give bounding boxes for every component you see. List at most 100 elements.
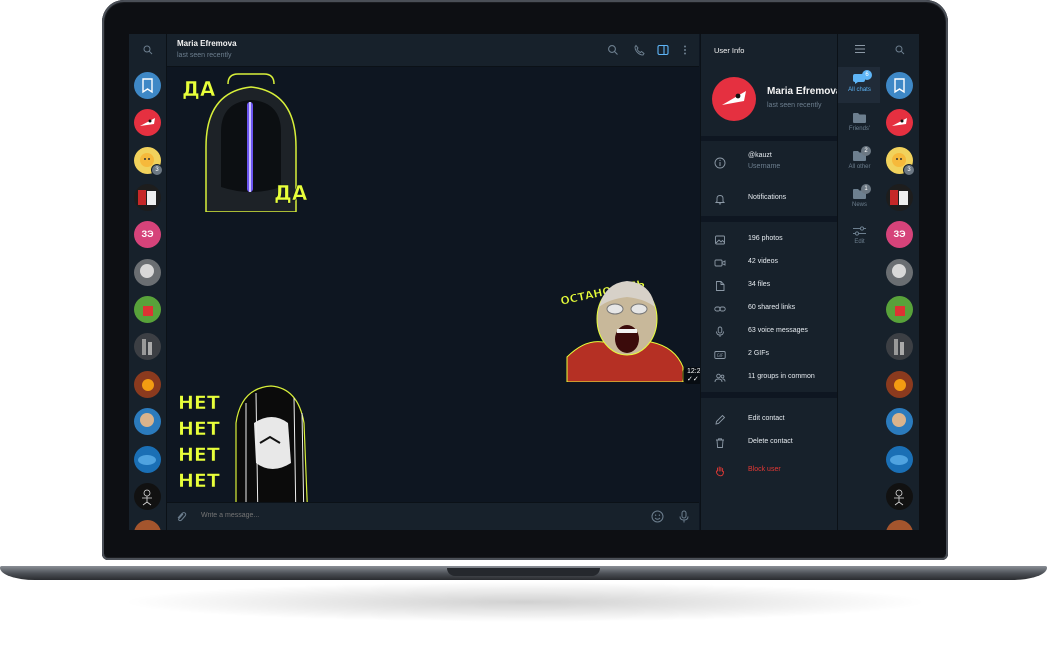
chat-avatar-maria[interactable] <box>886 109 913 136</box>
folder-news[interactable]: News 1 <box>838 184 881 218</box>
unread-badge: 3 <box>151 164 163 176</box>
svg-text:GIF: GIF <box>717 353 724 358</box>
notifications-row[interactable]: Notifications <box>701 189 838 209</box>
user-info-header: User Info Maria Efremova last seen recen… <box>701 34 841 136</box>
chat-avatar-photo-5[interactable] <box>134 408 161 435</box>
search-in-chat-button[interactable] <box>607 44 619 56</box>
folder-icon <box>853 113 866 123</box>
chat-avatar-maria[interactable] <box>134 109 161 136</box>
microphone-icon[interactable] <box>678 510 690 523</box>
chat-avatar-photo-1[interactable] <box>134 259 161 286</box>
chat-avatar-dark-figure[interactable] <box>886 184 913 211</box>
media-row-label: 2 GIFs <box>748 350 770 357</box>
laptop-shadow <box>120 582 930 622</box>
microphone-icon <box>716 326 724 337</box>
media-row-files[interactable]: 34 files <box>701 276 838 296</box>
search-button[interactable] <box>880 42 919 58</box>
folder-label: News <box>851 202 867 208</box>
folder-all-other[interactable]: All other 2 <box>838 146 881 180</box>
delete-contact-button[interactable]: Delete contact <box>701 433 838 453</box>
delete-contact-label: Delete contact <box>748 438 793 445</box>
unread-badge: 3 <box>903 164 915 176</box>
chat-list-compact-secondary: 3 ЗЭ <box>880 34 919 530</box>
chat-avatar-photo-8[interactable] <box>886 520 913 530</box>
chat-title: Maria Efremova <box>177 39 237 48</box>
folders-sidebar: All chats 6 Friends' All other 2 News 1 … <box>837 34 881 530</box>
chat-avatar-photo-4[interactable] <box>886 371 913 398</box>
chat-avatar-photo-6[interactable] <box>134 446 161 473</box>
more-options-button[interactable] <box>679 44 691 56</box>
sticker-ostanovis[interactable]: ОСТАНОВИСЬ <box>555 247 695 382</box>
saved-messages-avatar[interactable] <box>134 72 161 99</box>
search-icon <box>608 45 618 55</box>
chat-avatar-photo-3[interactable] <box>886 333 913 360</box>
media-row-links[interactable]: 60 shared links <box>701 299 838 319</box>
block-user-button[interactable]: Block user <box>701 461 838 481</box>
main-menu-button[interactable] <box>838 44 881 58</box>
shared-media-section: 196 photos 42 videos 34 files 60 shared … <box>701 222 838 392</box>
message-input[interactable] <box>199 511 623 520</box>
chat-avatar-photo-6[interactable] <box>886 446 913 473</box>
chat-avatar-photo-2[interactable] <box>886 296 913 323</box>
media-row-voice[interactable]: 63 voice messages <box>701 322 838 342</box>
bell-icon <box>714 195 726 205</box>
chat-avatar-photo-4[interactable] <box>134 371 161 398</box>
gif-icon: GIF <box>714 351 726 359</box>
chat-avatar-photo-2[interactable] <box>134 296 161 323</box>
file-icon <box>716 281 725 291</box>
media-row-videos[interactable]: 42 videos <box>701 253 838 273</box>
folder-all-chats[interactable]: All chats 6 <box>838 67 881 103</box>
emoji-icon[interactable] <box>651 510 664 523</box>
notifications-label: Notifications <box>748 194 787 201</box>
folder-edit[interactable]: Edit <box>838 225 881 255</box>
sticker-net-line-3: НЕТ <box>178 444 220 466</box>
profile-avatar[interactable] <box>712 77 756 121</box>
username-row[interactable]: @kauzt Username <box>701 149 838 177</box>
folder-label: Friends' <box>848 126 871 132</box>
chat-avatar-photo-8[interactable] <box>134 520 161 530</box>
message-composer <box>167 502 699 530</box>
profile-status: last seen recently <box>767 102 822 109</box>
sticker-net-line-4: НЕТ <box>178 470 220 492</box>
call-button[interactable] <box>633 44 645 56</box>
edit-contact-button[interactable]: Edit contact <box>701 410 838 430</box>
hand-stop-icon <box>715 466 724 477</box>
media-row-label: 63 voice messages <box>748 327 808 334</box>
chat-avatar-initials[interactable]: ЗЭ <box>134 221 161 248</box>
folder-label: Edit <box>854 239 865 245</box>
message-list[interactable]: ДА ДА ОСТАНОВИСЬ 12:22 ✓✓ НЕТ НЕТ НЕТ НЕ… <box>167 67 726 526</box>
chat-avatar-photo-7[interactable] <box>886 483 913 510</box>
chat-avatar-photo-3[interactable] <box>134 333 161 360</box>
panel-title: User Info <box>714 46 745 55</box>
search-button[interactable] <box>129 42 166 58</box>
folder-label: All other <box>848 164 871 170</box>
chat-avatar-photo-1[interactable] <box>886 259 913 286</box>
media-row-photos[interactable]: 196 photos <box>701 230 838 250</box>
telegram-window: 3 ЗЭ Maria Efremova last seen recently Д… <box>129 34 919 530</box>
sliders-icon <box>853 226 866 236</box>
sticker-da-helmet[interactable]: ДА ДА <box>176 72 326 212</box>
folder-unread-badge: 6 <box>862 70 872 80</box>
link-icon <box>714 306 726 312</box>
bookmark-icon <box>142 78 153 94</box>
chat-avatar-dark-figure[interactable] <box>134 184 161 211</box>
folder-friends[interactable]: Friends' <box>838 112 881 142</box>
saved-messages-avatar[interactable] <box>886 72 913 99</box>
chat-avatar-photo-5[interactable] <box>886 408 913 435</box>
media-row-label: 11 groups in common <box>748 373 815 380</box>
attach-icon[interactable] <box>175 511 187 523</box>
media-row-gifs[interactable]: GIF 2 GIFs <box>701 345 838 365</box>
chat-list-compact: 3 ЗЭ <box>129 34 167 530</box>
laptop-hinge-notch <box>447 568 600 576</box>
user-info-details: @kauzt Username Notifications <box>701 141 838 216</box>
contact-actions-section: Edit contact Delete contact Block user <box>701 398 838 530</box>
toggle-info-panel-button[interactable] <box>657 44 669 56</box>
sidebar-icon <box>657 44 669 56</box>
media-row-groups[interactable]: 11 groups in common <box>701 368 838 388</box>
folder-label: All chats <box>848 87 871 93</box>
chat-avatar-initials[interactable]: ЗЭ <box>886 221 913 248</box>
chat-avatar-photo-7[interactable] <box>134 483 161 510</box>
chat-header[interactable]: Maria Efremova last seen recently <box>167 34 699 67</box>
photo-icon <box>715 235 725 245</box>
search-icon <box>143 45 152 55</box>
